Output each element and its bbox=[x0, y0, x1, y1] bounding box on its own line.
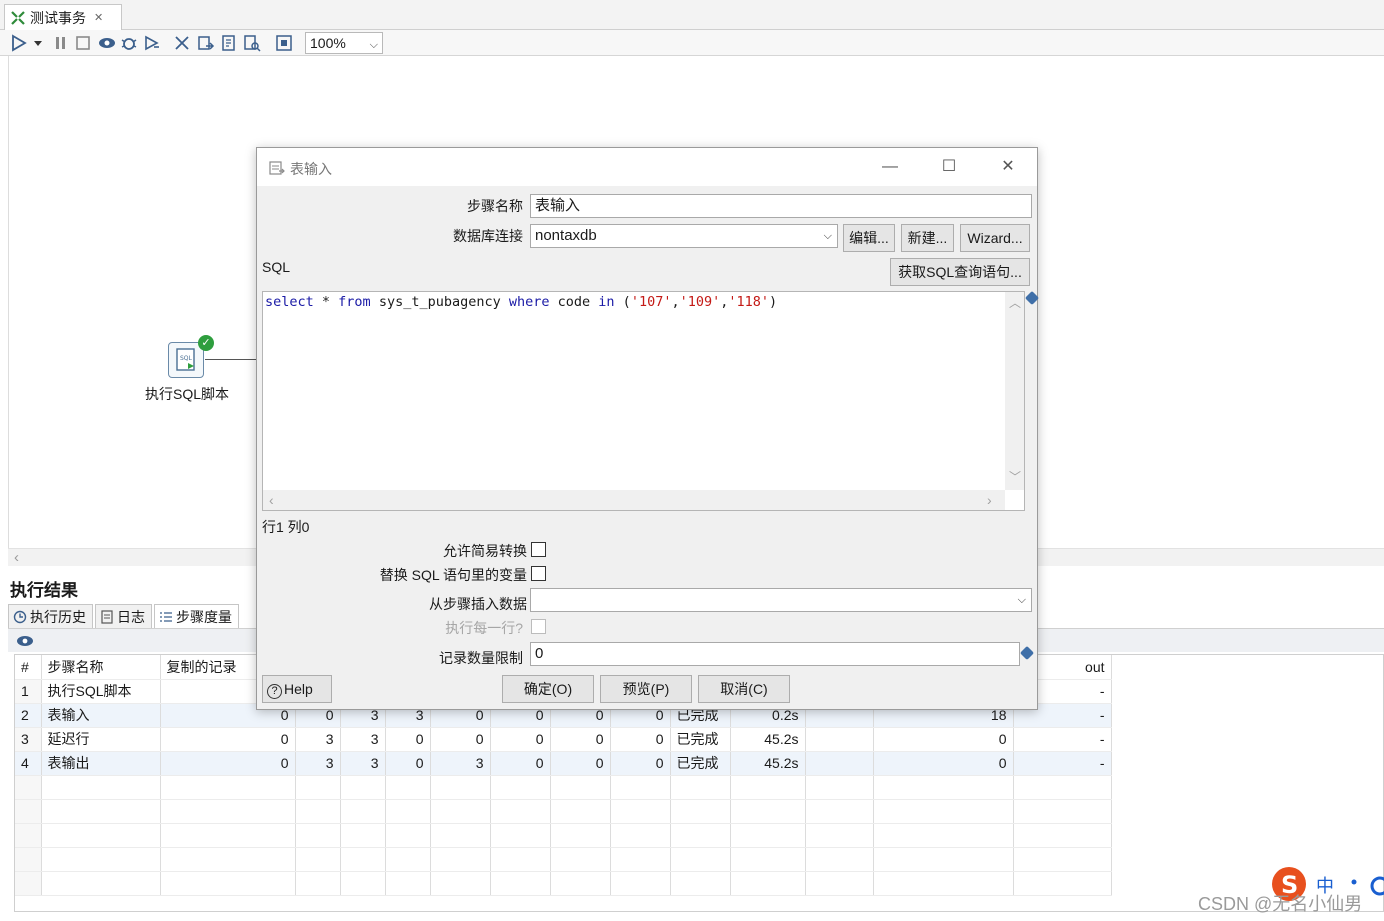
table-row-empty bbox=[15, 823, 1112, 848]
chevron-down-icon[interactable] bbox=[32, 34, 44, 52]
chevron-down-icon[interactable]: ﹀ bbox=[1009, 468, 1021, 485]
cursor-position: 行1 列0 bbox=[262, 519, 310, 535]
table-row[interactable]: 3 延迟行 0 3 3 0 0 0 0 0 已完成 45.2s 0 - bbox=[15, 727, 1112, 752]
table-input-dialog: 表输入 — ☐ ✕ 步骤名称 表输入 数据库连接 nontaxdb ⌵ 编辑..… bbox=[256, 147, 1040, 710]
debug-icon[interactable] bbox=[120, 34, 138, 52]
chevron-down-icon: ⌵ bbox=[369, 39, 378, 51]
db-connection-label: 数据库连接 bbox=[453, 228, 523, 244]
sql-vertical-scrollbar[interactable]: ︿ ﹀ bbox=[1005, 292, 1024, 490]
col-header-step-name[interactable]: 步骤名称 bbox=[41, 655, 161, 680]
tab-transformation[interactable]: 测试事务 ✕ bbox=[4, 4, 122, 30]
new-connection-button[interactable]: 新建... bbox=[901, 224, 954, 252]
table-input-icon bbox=[269, 161, 285, 175]
variable-diamond-icon bbox=[1024, 290, 1040, 306]
hop-connector[interactable] bbox=[205, 359, 257, 360]
dialog-title: 表输入 bbox=[290, 161, 332, 177]
execute-each-row-label: 执行每一行? bbox=[445, 620, 523, 636]
chevron-left-icon[interactable]: ‹ bbox=[14, 549, 19, 566]
chevron-down-icon: ⌵ bbox=[823, 230, 832, 242]
lazy-conversion-checkbox[interactable] bbox=[531, 542, 546, 557]
ime-more-icon bbox=[1370, 876, 1384, 896]
step-label: 执行SQL脚本 bbox=[144, 386, 229, 402]
close-icon[interactable]: ✕ bbox=[993, 156, 1023, 178]
step-name-label: 步骤名称 bbox=[467, 198, 523, 214]
success-check-icon: ✓ bbox=[198, 335, 214, 351]
preview-eye-icon[interactable] bbox=[98, 34, 116, 52]
history-icon bbox=[13, 610, 27, 623]
help-button[interactable]: ? Help bbox=[262, 675, 332, 703]
impact-icon[interactable] bbox=[197, 34, 215, 52]
insert-from-step-label: 从步骤插入数据 bbox=[429, 596, 527, 612]
insert-from-step-select[interactable]: ⌵ bbox=[530, 588, 1032, 612]
verify-icon[interactable] bbox=[174, 34, 192, 52]
chevron-right-icon[interactable]: › bbox=[987, 492, 992, 508]
tab-execution-history[interactable]: 执行历史 bbox=[8, 604, 93, 628]
lazy-conversion-label: 允许简易转换 bbox=[443, 543, 527, 559]
dialog-titlebar[interactable]: 表输入 — ☐ ✕ bbox=[257, 148, 1037, 186]
col-header-index[interactable]: # bbox=[15, 655, 42, 680]
results-panel-title: 执行结果 bbox=[10, 581, 78, 600]
watermark-text: CSDN @无名小仙男 bbox=[1198, 894, 1363, 914]
run-icon[interactable] bbox=[10, 34, 28, 52]
replace-variables-checkbox[interactable] bbox=[531, 566, 546, 581]
get-sql-query-button[interactable]: 获取SQL查询语句... bbox=[890, 258, 1030, 286]
log-icon bbox=[101, 609, 113, 624]
fit-screen-icon[interactable] bbox=[275, 34, 293, 52]
minimize-icon[interactable]: — bbox=[875, 156, 905, 178]
wizard-button[interactable]: Wizard... bbox=[960, 224, 1030, 252]
sql-icon[interactable] bbox=[220, 34, 238, 52]
tab-label: 步骤度量 bbox=[176, 608, 232, 625]
table-row[interactable]: 4 表输出 0 3 3 0 3 0 0 0 已完成 45.2s 0 - bbox=[15, 751, 1112, 776]
editor-tab-strip: 测试事务 ✕ bbox=[0, 0, 1384, 30]
preview-button[interactable]: 预览(P) bbox=[600, 675, 692, 703]
db-connection-select[interactable]: nontaxdb ⌵ bbox=[530, 224, 838, 248]
sql-horizontal-scrollbar[interactable]: ‹ › bbox=[263, 490, 1005, 510]
limit-label: 记录数量限制 bbox=[439, 650, 523, 666]
ok-button[interactable]: 确定(O) bbox=[502, 675, 594, 703]
transformation-toolbar: 100% ⌵ bbox=[0, 30, 1384, 56]
step-name-input[interactable]: 表输入 bbox=[530, 194, 1032, 218]
zoom-select[interactable]: 100% ⌵ bbox=[305, 32, 383, 54]
tab-label: 日志 bbox=[117, 608, 145, 625]
table-row-empty bbox=[15, 847, 1112, 872]
results-tabs: 执行历史 日志 步骤度量 bbox=[8, 604, 241, 628]
punctuation-icon bbox=[1351, 879, 1357, 885]
tab-title: 测试事务 bbox=[30, 9, 86, 26]
limit-input[interactable]: 0 bbox=[530, 642, 1020, 666]
tab-log[interactable]: 日志 bbox=[95, 604, 152, 628]
edit-connection-button[interactable]: 编辑... bbox=[843, 224, 895, 252]
explore-db-icon[interactable] bbox=[243, 34, 261, 52]
table-row-empty bbox=[15, 799, 1112, 824]
close-icon[interactable]: ✕ bbox=[94, 11, 103, 24]
sql-script-icon: SQL bbox=[176, 348, 195, 371]
chevron-down-icon: ⌵ bbox=[1017, 594, 1026, 606]
maximize-icon[interactable]: ☐ bbox=[934, 156, 964, 178]
help-label: Help bbox=[284, 681, 313, 697]
replace-variables-label: 替换 SQL 语句里的变量 bbox=[379, 567, 527, 583]
table-row-empty bbox=[15, 871, 1112, 896]
replay-icon[interactable] bbox=[143, 34, 161, 52]
chevron-up-icon[interactable]: ︿ bbox=[1009, 294, 1021, 311]
tab-step-metrics[interactable]: 步骤度量 bbox=[154, 604, 239, 628]
help-icon: ? bbox=[267, 684, 282, 699]
variable-diamond-icon bbox=[1019, 645, 1035, 661]
table-row-empty bbox=[15, 775, 1112, 800]
tab-label: 执行历史 bbox=[30, 608, 86, 625]
metrics-list-icon bbox=[160, 611, 172, 622]
chevron-left-icon[interactable]: ‹ bbox=[269, 492, 274, 508]
show-eye-icon[interactable] bbox=[16, 634, 34, 648]
transformation-icon bbox=[11, 10, 25, 25]
stop-icon[interactable] bbox=[74, 34, 92, 52]
cancel-button[interactable]: 取消(C) bbox=[698, 675, 790, 703]
db-connection-value: nontaxdb bbox=[535, 227, 597, 244]
svg-text:SQL: SQL bbox=[180, 355, 193, 362]
pause-icon[interactable] bbox=[52, 34, 70, 52]
sql-code: select * from sys_t_pubagency where code… bbox=[265, 294, 778, 310]
sql-label: SQL bbox=[262, 259, 291, 275]
execute-each-row-checkbox[interactable] bbox=[531, 619, 546, 634]
zoom-value: 100% bbox=[310, 35, 346, 51]
sql-editor[interactable]: select * from sys_t_pubagency where code… bbox=[262, 291, 1025, 511]
